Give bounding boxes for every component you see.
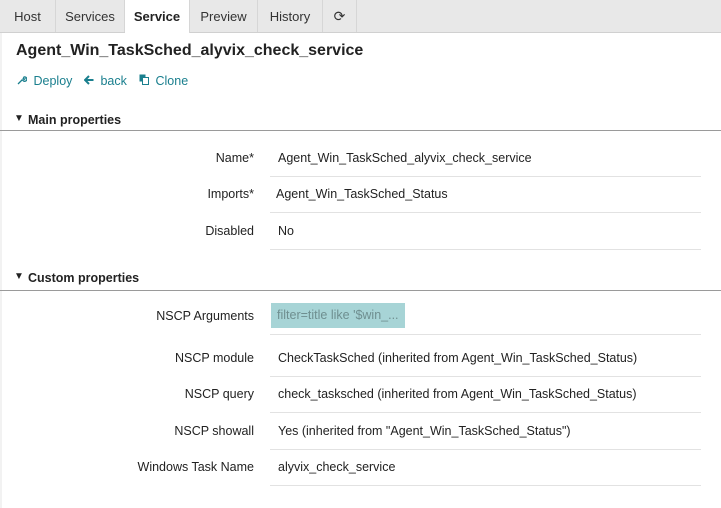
section-title: Main properties: [28, 113, 122, 127]
property-value[interactable]: alyvix_check_service: [278, 449, 395, 486]
tab-bar: Host Services Service Preview History ⟳: [0, 0, 721, 33]
deploy-button[interactable]: Deploy: [17, 74, 72, 88]
page-title: Agent_Win_TaskSched_alyvix_check_service: [16, 42, 364, 59]
property-value[interactable]: Agent_Win_TaskSched_alyvix_check_service: [278, 140, 532, 177]
clone-button[interactable]: Clone: [139, 74, 188, 88]
main-properties-header[interactable]: ▼ Main properties: [0, 113, 721, 131]
tab-preview[interactable]: Preview: [190, 0, 258, 32]
back-label: back: [100, 74, 127, 88]
property-value[interactable]: Agent_Win_TaskSched_Status: [276, 176, 448, 213]
refresh-icon[interactable]: ⟳: [323, 0, 357, 32]
property-row-nscp-arguments: NSCP Arguments filter=title like '$win_.…: [0, 298, 721, 335]
property-value[interactable]: filter=title like '$win_...: [271, 303, 405, 328]
deploy-label: Deploy: [33, 74, 73, 88]
property-row-nscp-showall: NSCP showall Yes (inherited from "Agent_…: [0, 413, 721, 450]
tab-services[interactable]: Services: [56, 0, 125, 32]
property-row-imports: Imports* Agent_Win_TaskSched_Status: [0, 176, 721, 213]
custom-properties-header[interactable]: ▼ Custom properties: [0, 271, 721, 291]
section-title: Custom properties: [28, 271, 140, 285]
tab-host[interactable]: Host: [0, 0, 56, 32]
divider: [270, 334, 701, 335]
property-value[interactable]: No: [278, 213, 294, 250]
arrow-left-icon: [83, 74, 97, 88]
property-row-name: Name* Agent_Win_TaskSched_alyvix_check_s…: [0, 140, 721, 177]
property-label: NSCP query: [184, 387, 254, 401]
property-row-nscp-query: NSCP query check_tasksched (inherited fr…: [0, 376, 721, 413]
property-value[interactable]: CheckTaskSched (inherited from Agent_Win…: [278, 340, 637, 377]
property-row-nscp-module: NSCP module CheckTaskSched (inherited fr…: [0, 340, 721, 377]
property-label: Name*: [215, 151, 254, 165]
caret-down-icon: ▼: [14, 271, 24, 282]
copy-icon: [139, 74, 152, 88]
clone-label: Clone: [155, 74, 189, 88]
property-value[interactable]: check_tasksched (inherited from Agent_Wi…: [278, 376, 637, 413]
property-label: Windows Task Name: [137, 460, 254, 474]
property-value[interactable]: Yes (inherited from "Agent_Win_TaskSched…: [278, 413, 571, 450]
back-button[interactable]: back: [83, 74, 127, 88]
property-label: NSCP module: [175, 351, 254, 365]
caret-down-icon: ▼: [14, 113, 24, 124]
property-label: NSCP showall: [174, 424, 254, 438]
property-row-disabled: Disabled No: [0, 213, 721, 250]
divider: [270, 485, 701, 486]
divider: [270, 249, 701, 250]
property-label: Imports*: [207, 187, 254, 201]
property-label: Disabled: [205, 224, 254, 238]
tab-history[interactable]: History: [258, 0, 323, 32]
property-row-windows-task-name: Windows Task Name alyvix_check_service: [0, 449, 721, 486]
wrench-icon: [17, 74, 30, 88]
property-label: NSCP Arguments: [156, 309, 254, 323]
tab-service[interactable]: Service: [125, 0, 190, 33]
